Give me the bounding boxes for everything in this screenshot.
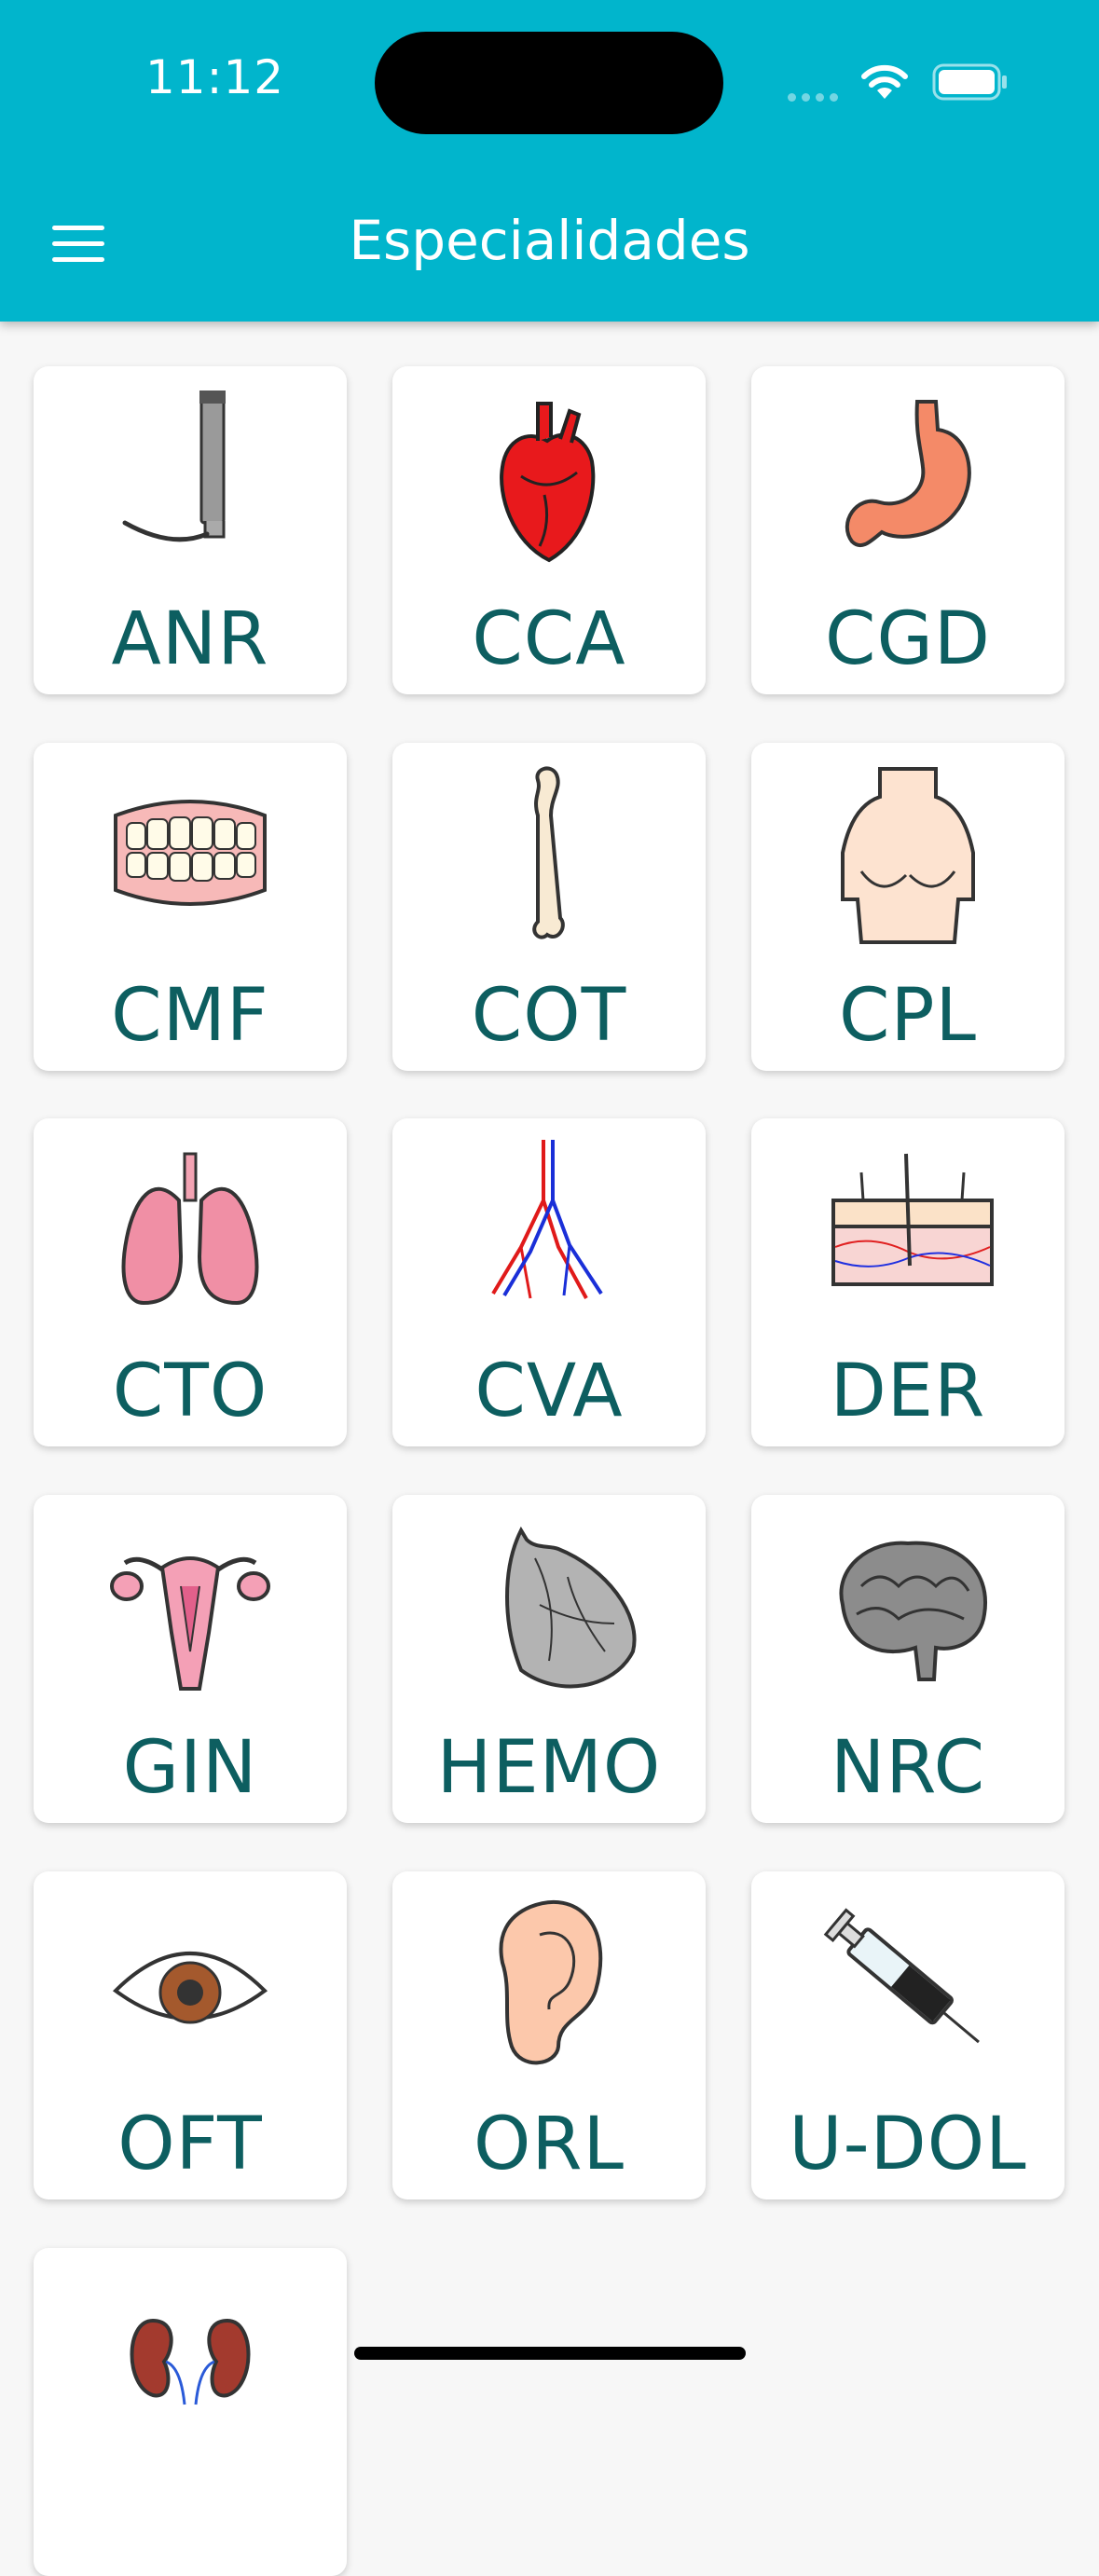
page-title: Especialidades: [349, 209, 750, 272]
skin-layer-icon: [831, 1153, 994, 1286]
specialty-label: ANR: [111, 597, 269, 681]
specialty-label: CTO: [112, 1350, 268, 1433]
specialty-card-gin[interactable]: GIN: [34, 1495, 347, 1823]
specialty-card-oft[interactable]: OFT: [34, 1871, 347, 2199]
specialty-label: CPL: [839, 974, 977, 1058]
specialty-label: DER: [830, 1350, 986, 1433]
specialty-label: CCA: [472, 597, 626, 681]
specialty-label: CVA: [474, 1350, 624, 1433]
hemodynamics-heart-icon: [505, 1526, 637, 1689]
home-indicator[interactable]: [354, 2347, 746, 2360]
cellular-signal-icon: [788, 88, 844, 105]
wifi-icon: [861, 64, 908, 99]
app-header: 11:12 Especialidades: [0, 0, 1099, 322]
specialty-label: NRC: [830, 1726, 986, 1810]
dentures-icon: [114, 800, 267, 906]
specialty-label: U-DOL: [789, 2103, 1027, 2186]
battery-icon: [932, 63, 1007, 101]
specialty-card-cva[interactable]: CVA: [392, 1118, 706, 1446]
femur-bone-icon: [532, 766, 565, 939]
ear-icon: [499, 1900, 603, 2065]
specialty-card-der[interactable]: DER: [751, 1118, 1065, 1446]
specialty-card-orl[interactable]: ORL: [392, 1871, 706, 2199]
blood-vessels-icon: [491, 1140, 603, 1299]
torso-icon: [841, 767, 975, 944]
specialty-card-kidneys[interactable]: [34, 2248, 347, 2576]
heart-icon: [500, 402, 596, 563]
specialty-label: ORL: [473, 2103, 625, 2186]
specialty-card-u-dol[interactable]: U-DOL: [751, 1871, 1065, 2199]
uterus-icon: [110, 1556, 270, 1691]
eye-icon: [112, 1952, 268, 2024]
brain-icon: [839, 1541, 988, 1681]
specialty-card-cpl[interactable]: CPL: [751, 743, 1065, 1071]
specialty-card-cgd[interactable]: CGD: [751, 366, 1065, 694]
specialty-card-cot[interactable]: COT: [392, 743, 706, 1071]
syringe-icon: [823, 1908, 980, 2044]
specialty-label: CGD: [825, 597, 991, 681]
laryngoscope-icon: [122, 391, 226, 542]
specialty-card-hemo[interactable]: HEMO: [392, 1495, 706, 1823]
specialty-label: CMF: [111, 974, 269, 1058]
specialty-label: HEMO: [436, 1726, 662, 1810]
specialty-card-cmf[interactable]: CMF: [34, 743, 347, 1071]
dynamic-island: [375, 32, 723, 134]
specialty-card-nrc[interactable]: NRC: [751, 1495, 1065, 1823]
stomach-icon: [845, 400, 971, 548]
lungs-icon: [121, 1152, 259, 1306]
specialty-label: GIN: [122, 1726, 258, 1810]
kidneys-icon: [130, 2318, 251, 2405]
specialty-card-cto[interactable]: CTO: [34, 1118, 347, 1446]
specialty-label: COT: [471, 974, 627, 1058]
specialty-card-anr[interactable]: ANR: [34, 366, 347, 694]
specialty-card-cca[interactable]: CCA: [392, 366, 706, 694]
status-time: 11:12: [145, 50, 285, 104]
specialty-label: OFT: [117, 2103, 263, 2186]
